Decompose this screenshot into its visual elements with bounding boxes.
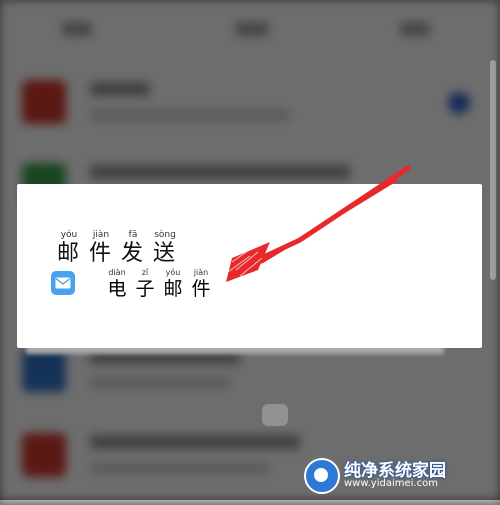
label-char: yóu 邮 bbox=[159, 267, 187, 300]
label-char: jiàn 件 bbox=[187, 267, 215, 300]
pinyin: zǐ bbox=[141, 267, 149, 277]
pinyin: fā bbox=[128, 230, 138, 240]
share-option-email[interactable]: diàn 电 zǐ 子 yóu 邮 jiàn 件 bbox=[51, 258, 381, 308]
scrollbar[interactable] bbox=[490, 60, 496, 280]
watermark-url: www.yidaimei.com bbox=[344, 478, 438, 489]
pinyin: jiàn bbox=[92, 230, 110, 240]
label-char: zǐ 子 bbox=[131, 267, 159, 300]
pinyin: yóu bbox=[60, 230, 78, 240]
pinyin: sòng bbox=[154, 230, 176, 240]
label-char: diàn 电 bbox=[103, 267, 131, 300]
share-sheet: yóu 邮 jiàn 件 fā 发 sòng 送 diàn 电 zǐ 子 yóu… bbox=[17, 184, 482, 348]
share-option-label: diàn 电 zǐ 子 yóu 邮 jiàn 件 bbox=[103, 267, 215, 300]
pinyin: jiàn bbox=[193, 267, 209, 277]
hanzi: 电 bbox=[107, 277, 127, 300]
hanzi: 件 bbox=[191, 277, 211, 300]
mail-icon[interactable] bbox=[51, 271, 75, 295]
paw-watermark-icon bbox=[262, 404, 288, 426]
pinyin: yóu bbox=[165, 267, 181, 277]
site-watermark: 纯净系统家园 www.yidaimei.com bbox=[304, 454, 494, 494]
watermark-logo-icon bbox=[304, 458, 340, 494]
pinyin: diàn bbox=[108, 267, 126, 277]
hanzi: 邮 bbox=[163, 277, 183, 300]
hanzi: 子 bbox=[135, 277, 155, 300]
